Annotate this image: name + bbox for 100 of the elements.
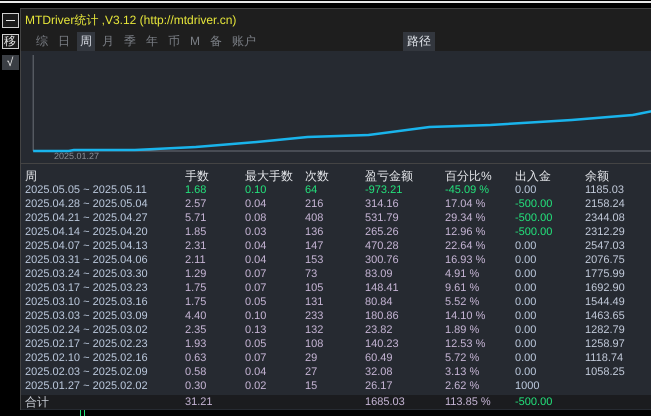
column-header: 次数 <box>305 169 330 183</box>
column-header: 余额 <box>585 169 610 183</box>
total-cell-text: 113.85 % <box>445 395 492 409</box>
side-button[interactable]: √ <box>2 55 18 70</box>
table-cell-text: 147 <box>305 239 324 253</box>
table-cell-text: 0.04 <box>245 239 268 253</box>
table-cell-text: 0.00 <box>515 253 538 267</box>
axis-label: 2025.01.27 <box>54 151 100 161</box>
table-cell-text: 12.53 % <box>445 337 486 351</box>
table-cell-text: 1775.99 <box>585 267 626 281</box>
table-cell-text: 1258.97 <box>585 337 626 351</box>
table-cell-text: 1185.03 <box>585 183 625 197</box>
table-cell-text: 2025.03.10 ~ 2025.03.16 <box>25 295 149 309</box>
tab[interactable]: 账户 <box>229 32 259 50</box>
tab[interactable]: M <box>187 33 203 49</box>
table-cell-text: 1.68 <box>185 183 208 197</box>
table-cell-text: 314.16 <box>365 197 400 211</box>
table-cell-text: 2025.04.28 ~ 2025.05.04 <box>25 197 149 211</box>
table-cell-text: 0.00 <box>515 183 538 197</box>
table-cell-text: 108 <box>305 337 324 351</box>
table-cell-text: 26.17 <box>365 379 394 393</box>
tab[interactable]: 综 <box>33 32 51 50</box>
table-cell-text: -45.09 % <box>445 183 490 197</box>
table-cell-text: 531.79 <box>365 211 400 225</box>
table-cell-text: 1463.65 <box>585 309 626 323</box>
table-cell-text: 2025.01.27 ~ 2025.02.02 <box>25 379 149 393</box>
column-header: 百分比% <box>445 169 493 183</box>
table-cell-text: 1692.90 <box>585 281 626 295</box>
table-cell-text: 17.04 % <box>445 197 486 211</box>
table-cell-text: 2.11 <box>185 253 207 267</box>
table-cell-text: 22.64 % <box>445 239 486 253</box>
table-cell-text: 5.72 % <box>445 351 480 365</box>
tab[interactable]: 月 <box>99 32 117 50</box>
table-cell-text: 2158.24 <box>585 197 626 211</box>
table-cell-text: 0.30 <box>185 379 208 393</box>
table-cell-text: 0.00 <box>515 295 538 309</box>
table-cell-text: 9.61 % <box>445 281 480 295</box>
table-cell-text: 140.23 <box>365 337 400 351</box>
minimize-button[interactable] <box>2 13 18 28</box>
total-cell-text: 合计 <box>25 395 50 409</box>
marker-icon <box>80 410 85 416</box>
table-cell-text: 32.08 <box>365 365 394 379</box>
table-cell-text: 1.85 <box>185 225 208 239</box>
side-button[interactable]: 移 <box>2 34 18 49</box>
table-cell-text: 1.89 % <box>445 323 480 337</box>
table-cell-text: 15 <box>305 379 318 393</box>
table-cell-text: 408 <box>305 211 324 225</box>
table-cell-text: 73 <box>305 267 318 281</box>
table-cell-text: 300.76 <box>365 253 400 267</box>
tab[interactable]: 日 <box>55 32 73 50</box>
table-cell-text: 180.86 <box>365 309 400 323</box>
table-cell-text: 1.75 <box>185 281 208 295</box>
table-cell-text: 1000 <box>515 379 540 393</box>
table-cell-text: 153 <box>305 253 324 267</box>
table-cell-text: 2025.03.03 ~ 2025.03.09 <box>25 309 149 323</box>
table-cell-text: 1282.79 <box>585 323 626 337</box>
table-cell-text: 0.00 <box>515 267 538 281</box>
tab[interactable]: 币 <box>165 32 183 50</box>
table-cell-text: 233 <box>305 309 324 323</box>
table-cell-text: 0.00 <box>515 309 538 323</box>
table-cell-text: 2344.08 <box>585 211 626 225</box>
tab[interactable]: 周 <box>77 32 95 50</box>
table-cell-text: 27 <box>305 365 318 379</box>
table-cell-text: 60.49 <box>365 351 394 365</box>
table-cell-text: 0.05 <box>245 295 268 309</box>
table-cell-text: 29 <box>305 351 318 365</box>
table-cell-text: 0.00 <box>515 351 538 365</box>
table-cell-text: 2025.02.03 ~ 2025.02.09 <box>25 365 149 379</box>
column-header: 盈亏金额 <box>365 169 414 183</box>
table-cell-text: -500.00 <box>515 225 554 239</box>
table-cell-text: 0.04 <box>245 197 268 211</box>
tab[interactable]: 季 <box>121 32 139 50</box>
table-cell-text: 80.84 <box>365 295 394 309</box>
table-cell-text: 0.04 <box>245 365 268 379</box>
table-cell-text: 0.02 <box>245 379 268 393</box>
table-cell-text: 2025.02.24 ~ 2025.03.02 <box>25 323 149 337</box>
table-cell-text: 2025.03.31 ~ 2025.04.06 <box>25 253 149 267</box>
table-cell-text: 216 <box>305 197 324 211</box>
path-button[interactable]: 路径 <box>403 32 435 50</box>
table-cell-text: 0.58 <box>185 365 208 379</box>
table-cell-text: 5.52 % <box>445 295 480 309</box>
table-cell-text: 2025.02.17 ~ 2025.02.23 <box>25 337 149 351</box>
total-cell-text: 1685.03 <box>365 395 406 409</box>
table-cell-text: 2547.03 <box>585 239 626 253</box>
table-cell-text: 2.35 <box>185 323 208 337</box>
table-cell-text: 0.05 <box>245 337 268 351</box>
tab[interactable]: 年 <box>143 32 161 50</box>
table-cell-text: 3.13 % <box>445 365 480 379</box>
table-cell-text: 2025.03.17 ~ 2025.03.23 <box>25 281 149 295</box>
table-cell-text: 0.07 <box>245 267 268 281</box>
tab[interactable]: 备 <box>207 32 225 50</box>
table-cell-text: 0.07 <box>245 281 268 295</box>
table-cell-text: 0.00 <box>515 337 538 351</box>
total-cell-text: 31.21 <box>185 395 214 409</box>
total-cell-text: -500.00 <box>515 395 554 409</box>
table-cell-text: 12.96 % <box>445 225 486 239</box>
table-cell-text: 2025.05.05 ~ 2025.05.11 <box>25 183 148 197</box>
table-cell-text: 0.63 <box>185 351 208 365</box>
table-cell-text: 470.28 <box>365 239 400 253</box>
table-cell-text: 2.57 <box>185 197 208 211</box>
